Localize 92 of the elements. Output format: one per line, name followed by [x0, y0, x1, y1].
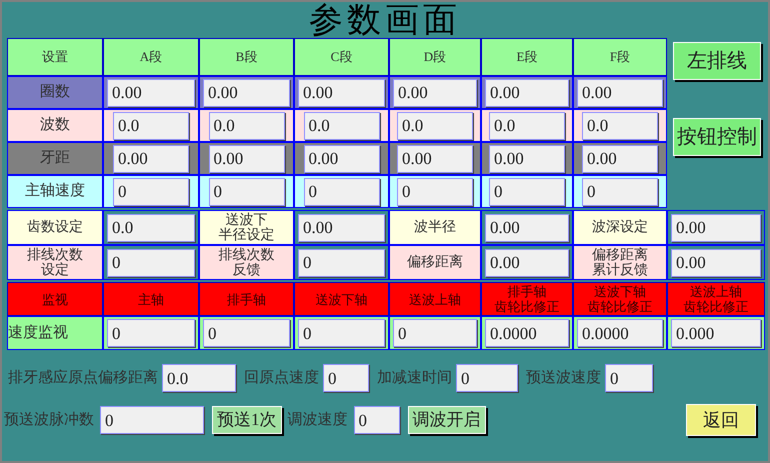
value-field[interactable]: 0.00 [582, 144, 658, 172]
value-field[interactable]: 0.0 [113, 112, 189, 140]
column-header: D段 [389, 38, 481, 76]
field-label: 波半径 [414, 220, 456, 235]
value-field[interactable]: 0.00 [485, 214, 569, 242]
field-label: 加减速时间 [377, 370, 452, 386]
value-field[interactable]: 0.00 [671, 214, 761, 242]
value-field[interactable]: 0.00 [298, 78, 385, 106]
side-button[interactable]: 左排线 [673, 42, 761, 80]
value-field[interactable]: 0.00 [107, 78, 195, 106]
column-header: 齿轮比修正 [588, 299, 652, 314]
column-header: A段 [103, 38, 199, 76]
field-label: 预送波速度 [526, 370, 601, 386]
value-field[interactable]: 0 [100, 406, 204, 434]
column-header: 监视 [42, 292, 68, 306]
value-field[interactable]: 0 [298, 248, 385, 276]
field-label: 调波速度 [288, 412, 348, 428]
field-label: 波深设定 [592, 220, 648, 235]
field-label: 排牙感应原点偏移距离 [8, 370, 158, 386]
value-field[interactable]: 0.0000 [577, 319, 663, 347]
value-field[interactable]: 0 [582, 178, 658, 206]
column-header: 齿轮比修正 [494, 299, 560, 314]
row-label: 主轴速度 [7, 175, 103, 208]
value-field[interactable]: 0 [489, 178, 565, 206]
field-label: 偏移距离 [407, 255, 463, 270]
side-button[interactable]: 按钮控制 [673, 118, 761, 156]
value-field[interactable]: 0.0 [208, 112, 284, 140]
value-field[interactable]: 0 [203, 319, 290, 347]
value-field[interactable]: 0 [107, 248, 195, 276]
value-field[interactable]: 0.00 [489, 144, 565, 172]
value-field[interactable]: 0.0 [582, 112, 658, 140]
field-label: 排线次数 [27, 248, 83, 262]
column-header: 主轴 [138, 292, 164, 306]
value-field[interactable]: 0.00 [113, 144, 189, 172]
column-header: 送波上轴 [409, 292, 461, 306]
value-field[interactable]: 0.0 [162, 364, 236, 392]
value-field[interactable]: 0.00 [298, 214, 385, 242]
column-header: 排手轴 [508, 284, 546, 299]
value-field[interactable]: 0 [208, 178, 284, 206]
value-field[interactable]: 0.000 [671, 319, 761, 347]
action-button[interactable]: 调波开启 [408, 406, 486, 434]
value-field[interactable]: 0.00 [304, 144, 380, 172]
value-field[interactable]: 0 [397, 178, 473, 206]
column-header: 设置 [7, 38, 103, 76]
column-header: 齿轮比修正 [684, 299, 748, 314]
action-button[interactable]: 预送1次 [212, 406, 282, 434]
field-label: 回原点速度 [244, 370, 319, 386]
row-label: 圈数 [7, 76, 103, 109]
field-label: 累计反馈 [592, 262, 648, 278]
value-field[interactable]: 0 [393, 319, 477, 347]
value-field[interactable]: 0 [354, 406, 400, 434]
back-button[interactable]: 返回 [686, 404, 756, 436]
value-field[interactable]: 0.00 [577, 78, 663, 106]
column-header: B段 [199, 38, 294, 76]
value-field[interactable]: 0 [298, 319, 385, 347]
row-label: 波数 [7, 109, 103, 142]
field-label: 设定 [41, 262, 69, 278]
column-header: 送波下轴 [594, 284, 646, 299]
row-label: 速度监视 [7, 316, 103, 350]
value-field[interactable]: 0.0 [304, 112, 380, 140]
field-label: 反馈 [232, 262, 260, 278]
value-field[interactable]: 0.00 [397, 144, 473, 172]
value-field[interactable]: 0.0000 [485, 319, 569, 347]
value-field[interactable]: 0.0 [107, 214, 195, 242]
value-field[interactable]: 0 [304, 178, 380, 206]
row-label: 牙距 [7, 142, 103, 175]
field-label: 齿数设定 [27, 220, 83, 235]
value-field[interactable]: 0.00 [485, 248, 569, 276]
field-label: 偏移距离 [592, 248, 648, 262]
field-label: 排线次数 [218, 248, 274, 262]
value-field[interactable]: 0 [456, 364, 518, 392]
value-field[interactable]: 0.00 [208, 144, 284, 172]
value-field[interactable]: 0.00 [485, 78, 569, 106]
column-header: 送波上轴 [690, 284, 742, 299]
value-field[interactable]: 0.00 [203, 78, 290, 106]
screen-title: 参数画面 [309, 2, 461, 38]
value-field[interactable]: 0 [107, 319, 195, 347]
field-label: 预送波脉冲数 [4, 412, 94, 428]
column-header: F段 [573, 38, 667, 76]
column-header: C段 [294, 38, 389, 76]
value-field[interactable]: 0 [113, 178, 189, 206]
value-field[interactable]: 0.00 [393, 78, 477, 106]
value-field[interactable]: 0 [323, 364, 369, 392]
column-header: E段 [481, 38, 573, 76]
field-label: 半径设定 [218, 228, 274, 242]
value-field[interactable]: 0.0 [397, 112, 473, 140]
value-field[interactable]: 0.0 [489, 112, 565, 140]
value-field[interactable]: 0 [605, 364, 653, 392]
field-label: 送波下 [226, 212, 268, 228]
value-field[interactable]: 0.00 [671, 248, 761, 276]
column-header: 送波下轴 [316, 292, 368, 306]
column-header: 排手轴 [227, 292, 266, 306]
